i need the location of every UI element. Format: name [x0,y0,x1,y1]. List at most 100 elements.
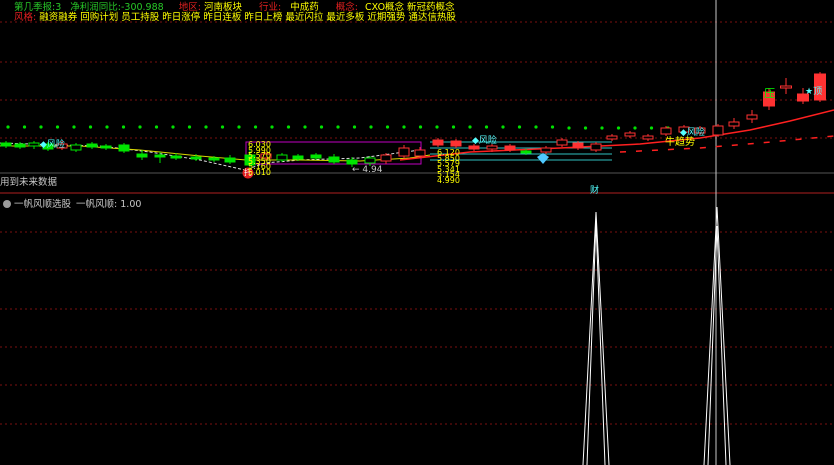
green-dot [171,125,175,129]
green-dot [633,126,637,130]
style-value: 融资融券 回购计划 员工持股 昨日涨停 昨日连板 昨日上榜 最近闪拉 最近多板 … [39,12,456,23]
green-dot [567,126,571,130]
risk-label-1: ◆风险 [40,140,65,150]
green-dot [303,125,307,129]
risk-label-2: ◆风险 [472,136,497,146]
green-dot [6,125,10,129]
candle-body[interactable] [70,144,82,151]
red-trend-line [399,109,834,161]
green-dot [451,125,456,129]
green-dot [534,125,538,129]
candle-body[interactable] [380,154,392,162]
green-dot [418,125,423,129]
green-dot [105,125,109,129]
candlesticks[interactable] [0,72,826,170]
green-dot [187,125,192,129]
green-dot [484,125,489,129]
candle-body[interactable] [364,157,376,164]
sub-panel-title: 一帆风顺选股 一帆风顺: 1.00 [3,196,141,210]
candle-body[interactable] [100,145,112,149]
green-dots-line [6,125,670,130]
cow-trend-label: 牛趋势 [665,137,695,148]
gear-icon[interactable] [3,200,11,208]
green-dot [402,125,406,129]
green-dot [336,125,340,129]
candle-body[interactable] [224,157,236,163]
candle-body[interactable] [346,159,358,165]
candle-body[interactable] [606,135,618,140]
candle-body[interactable] [450,140,462,147]
candle-body[interactable] [728,121,740,127]
candle-body[interactable] [520,150,532,154]
candle-body[interactable] [292,155,304,160]
green-dot [468,125,472,129]
candle-body[interactable] [746,114,758,120]
main-chart-canvas[interactable] [0,0,834,465]
green-dot [39,125,43,129]
candle-body[interactable] [712,125,724,136]
pressure-label: 压 [764,87,775,100]
price-levels-left: 6.030 5.990 5.570 5.350 5.160 5.010 [248,141,271,177]
signal-peak-1 [582,211,610,465]
candle-body[interactable] [86,143,98,148]
green-dot [583,126,588,130]
candle-body[interactable] [432,139,444,146]
green-dot [204,125,208,129]
candle-body[interactable] [208,157,220,161]
candle-body[interactable] [624,132,636,137]
candle-body[interactable] [136,153,148,158]
diamond-icon [537,153,549,164]
signal-peak-2 [703,206,731,465]
candle-body[interactable] [14,143,26,148]
green-dot [501,125,505,129]
candle-body[interactable] [154,154,166,158]
green-dot [138,125,142,129]
candle-body[interactable] [190,156,202,160]
green-dot [385,125,390,129]
candle-body[interactable] [540,147,552,153]
green-dot [600,126,604,130]
low-price-marker: ← 4.94 [352,165,383,175]
candle-body[interactable] [398,147,410,157]
signal-peak-2-inner [707,225,727,465]
candle-body[interactable] [170,155,182,159]
green-dot [435,125,439,129]
candle-body[interactable] [414,149,426,157]
candle-body[interactable] [556,139,568,146]
green-dot [270,125,274,129]
green-dot [649,126,654,130]
price-level: 4.990 [437,175,460,185]
green-dot [55,125,60,129]
price-levels-right: 6.120 5.850 5.579 5.341 5.154 4.990 [437,149,460,185]
green-dot [352,125,357,129]
green-dot [72,125,76,129]
green-dot [517,125,522,129]
price-level: 5.010 [248,167,271,177]
candle-body[interactable] [276,154,288,161]
green-dot [121,125,126,129]
green-dot [319,125,324,129]
wealth-label: 财 [590,186,600,196]
candle-body[interactable] [468,145,480,150]
candle-body[interactable] [310,154,322,159]
candle-body[interactable] [572,142,584,149]
candle-body[interactable] [28,142,40,147]
candle-body[interactable] [118,144,130,152]
green-dot [286,125,291,129]
star-top-label: ★顶 [805,87,823,97]
candle-body[interactable] [504,145,516,151]
candle-body[interactable] [486,145,498,150]
green-dot [22,125,27,129]
candle-body[interactable] [642,135,654,140]
header-row-2: 风格: 融资融券 回购计划 员工持股 昨日涨停 昨日连板 昨日上榜 最近闪拉 最… [14,12,456,23]
future-data-label: 用到未来数据 [0,177,58,188]
indicator-name[interactable]: 一帆风顺选股 [14,199,71,210]
indicator-value: 一帆风顺: 1.00 [76,199,142,210]
green-dot [369,125,373,129]
green-dot [237,125,241,129]
candle-body[interactable] [780,85,792,89]
style-label: 风格: [14,12,37,23]
candle-body[interactable] [0,142,12,147]
candle-body[interactable] [328,156,340,163]
candle-body[interactable] [590,143,602,151]
